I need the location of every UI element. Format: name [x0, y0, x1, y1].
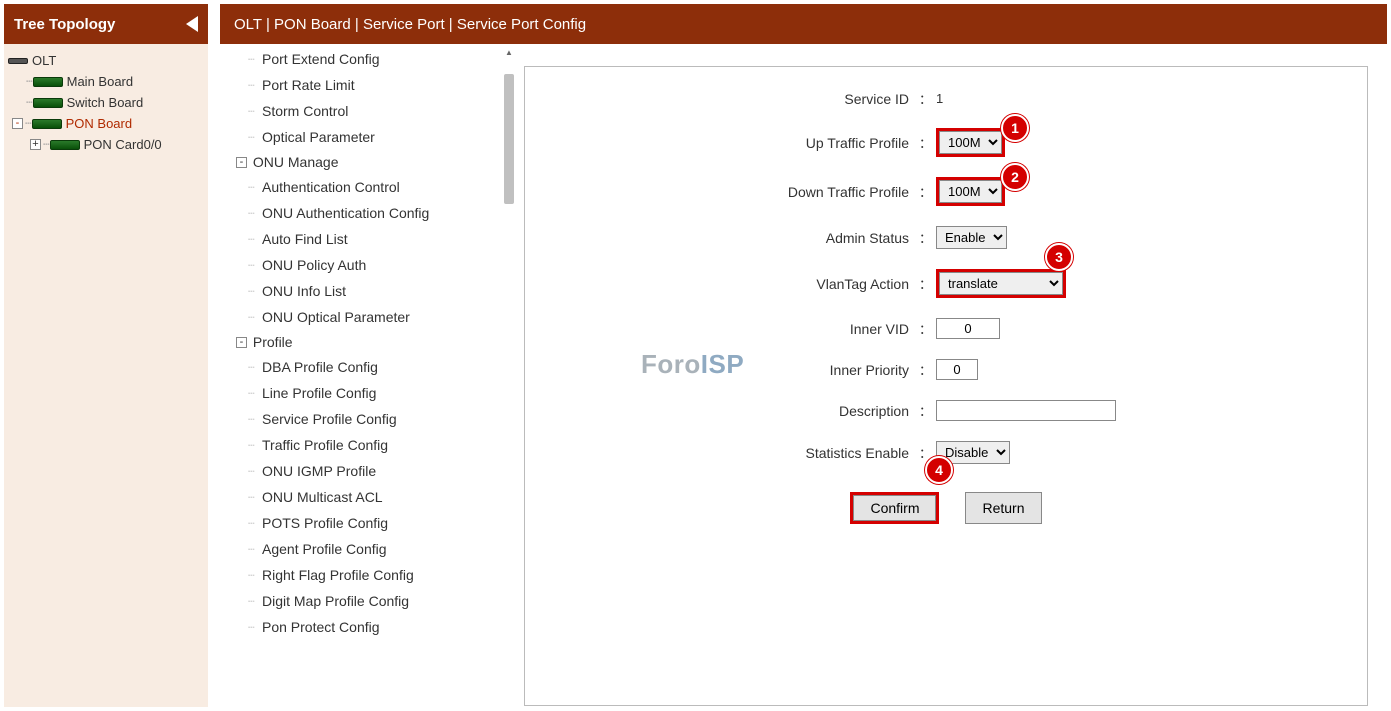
select-up-traffic-profile[interactable]: 100M [939, 131, 1002, 154]
nav-right-flag-profile-config[interactable]: Right Flag Profile Config [220, 562, 514, 588]
nav-storm-control[interactable]: Storm Control [220, 98, 514, 124]
tree-root: OLT ┄ Main Board ┄ Switch Board - ┄ PON … [4, 44, 208, 161]
sidebar-header: Tree Topology [4, 4, 208, 44]
value-service-id: 1 [936, 91, 943, 106]
nav-dba-profile-config[interactable]: DBA Profile Config [220, 354, 514, 380]
button-row: Confirm Return 4 [525, 474, 1367, 524]
tree-label: Switch Board [67, 95, 144, 110]
row-inner-vid: Inner VID ： [525, 308, 1367, 349]
tree-topology-sidebar: Tree Topology OLT ┄ Main Board ┄ Switch … [4, 4, 208, 707]
label-inner-vid: Inner VID [525, 321, 915, 337]
input-description[interactable] [936, 400, 1116, 421]
nav-onu-optical-parameter[interactable]: ONU Optical Parameter [220, 304, 514, 330]
nav-pon-protect-config[interactable]: Pon Protect Config [220, 614, 514, 640]
expand-expander-icon[interactable]: + [30, 139, 41, 150]
select-vlan-tag-action[interactable]: translate [939, 272, 1063, 295]
nav-service-profile-config[interactable]: Service Profile Config [220, 406, 514, 432]
board-icon [33, 77, 63, 87]
callout-4: 4 [925, 456, 953, 484]
callout-3: 3 [1045, 243, 1073, 271]
label-description: Description [525, 403, 915, 419]
group-label: ONU Manage [253, 154, 339, 170]
label-inner-priority: Inner Priority [525, 362, 915, 378]
nav-onu-authentication-config[interactable]: ONU Authentication Config [220, 200, 514, 226]
nav-port-extend-config[interactable]: Port Extend Config [220, 46, 514, 72]
row-description: Description ： [525, 390, 1367, 431]
tree-label: PON Board [66, 116, 132, 131]
device-icon [8, 58, 28, 64]
label-down-traffic: Down Traffic Profile [525, 184, 915, 200]
board-icon [32, 119, 62, 129]
row-down-traffic: Down Traffic Profile ： 100M 2 [525, 167, 1367, 216]
select-admin-status[interactable]: Enable [936, 226, 1007, 249]
nav-line-profile-config[interactable]: Line Profile Config [220, 380, 514, 406]
tree-label: OLT [32, 53, 56, 68]
highlight-box: Confirm [850, 492, 939, 524]
tree-label: PON Card0/0 [84, 137, 162, 152]
row-service-id: Service ID ： 1 [525, 79, 1367, 118]
input-inner-priority[interactable] [936, 359, 978, 380]
nav-optical-parameter[interactable]: Optical Parameter [220, 124, 514, 150]
nav-onu-igmp-profile[interactable]: ONU IGMP Profile [220, 458, 514, 484]
collapse-expander-icon[interactable]: - [12, 118, 23, 129]
label-admin-status: Admin Status [525, 230, 915, 246]
collapse-expander-icon[interactable]: - [236, 337, 247, 348]
return-button[interactable]: Return [965, 492, 1041, 524]
breadcrumb: OLT | PON Board | Service Port | Service… [234, 16, 586, 33]
nav-onu-multicast-acl[interactable]: ONU Multicast ACL [220, 484, 514, 510]
collapse-icon[interactable] [186, 16, 198, 32]
tree-item-pon-card[interactable]: + ┄ PON Card0/0 [8, 134, 204, 155]
nav-agent-profile-config[interactable]: Agent Profile Config [220, 536, 514, 562]
tree-item-main-board[interactable]: ┄ Main Board [8, 71, 204, 92]
nav-traffic-profile-config[interactable]: Traffic Profile Config [220, 432, 514, 458]
highlight-box: 100M [936, 177, 1005, 206]
service-port-config-form: ForoISP Service ID ： 1 Up Traffic Profil… [524, 66, 1368, 706]
label-vlan-action: VlanTag Action [525, 276, 915, 292]
nav-authentication-control[interactable]: Authentication Control [220, 174, 514, 200]
tree-item-pon-board[interactable]: - ┄ PON Board [8, 113, 204, 134]
callout-1: 1 [1001, 114, 1029, 142]
nav-auto-find-list[interactable]: Auto Find List [220, 226, 514, 252]
nav-onu-info-list[interactable]: ONU Info List [220, 278, 514, 304]
label-service-id: Service ID [525, 91, 915, 107]
highlight-box: translate [936, 269, 1066, 298]
nav-onu-policy-auth[interactable]: ONU Policy Auth [220, 252, 514, 278]
tree-label: Main Board [67, 74, 133, 89]
config-nav[interactable]: ▲ Port Extend Config Port Rate Limit Sto… [220, 44, 514, 711]
input-inner-vid[interactable] [936, 318, 1000, 339]
highlight-box: 100M [936, 128, 1005, 157]
row-vlan-action: VlanTag Action ： translate 3 [525, 259, 1367, 308]
breadcrumb-bar: OLT | PON Board | Service Port | Service… [220, 4, 1387, 44]
card-icon [50, 140, 80, 150]
collapse-expander-icon[interactable]: - [236, 157, 247, 168]
row-inner-priority: Inner Priority ： [525, 349, 1367, 390]
nav-group-profile[interactable]: - Profile [220, 330, 514, 354]
nav-port-rate-limit[interactable]: Port Rate Limit [220, 72, 514, 98]
row-admin-status: Admin Status ： Enable [525, 216, 1367, 259]
label-up-traffic: Up Traffic Profile [525, 135, 915, 151]
tree-item-switch-board[interactable]: ┄ Switch Board [8, 92, 204, 113]
board-icon [33, 98, 63, 108]
group-label: Profile [253, 334, 293, 350]
select-down-traffic-profile[interactable]: 100M [939, 180, 1002, 203]
config-nav-content: Port Extend Config Port Rate Limit Storm… [220, 44, 514, 650]
sidebar-title: Tree Topology [14, 16, 115, 33]
nav-digit-map-profile-config[interactable]: Digit Map Profile Config [220, 588, 514, 614]
nav-group-onu-manage[interactable]: - ONU Manage [220, 150, 514, 174]
callout-2: 2 [1001, 163, 1029, 191]
row-up-traffic: Up Traffic Profile ： 100M 1 [525, 118, 1367, 167]
confirm-button[interactable]: Confirm [853, 495, 936, 521]
label-stats-enable: Statistics Enable [525, 445, 915, 461]
nav-pots-profile-config[interactable]: POTS Profile Config [220, 510, 514, 536]
tree-item-olt[interactable]: OLT [8, 50, 204, 71]
